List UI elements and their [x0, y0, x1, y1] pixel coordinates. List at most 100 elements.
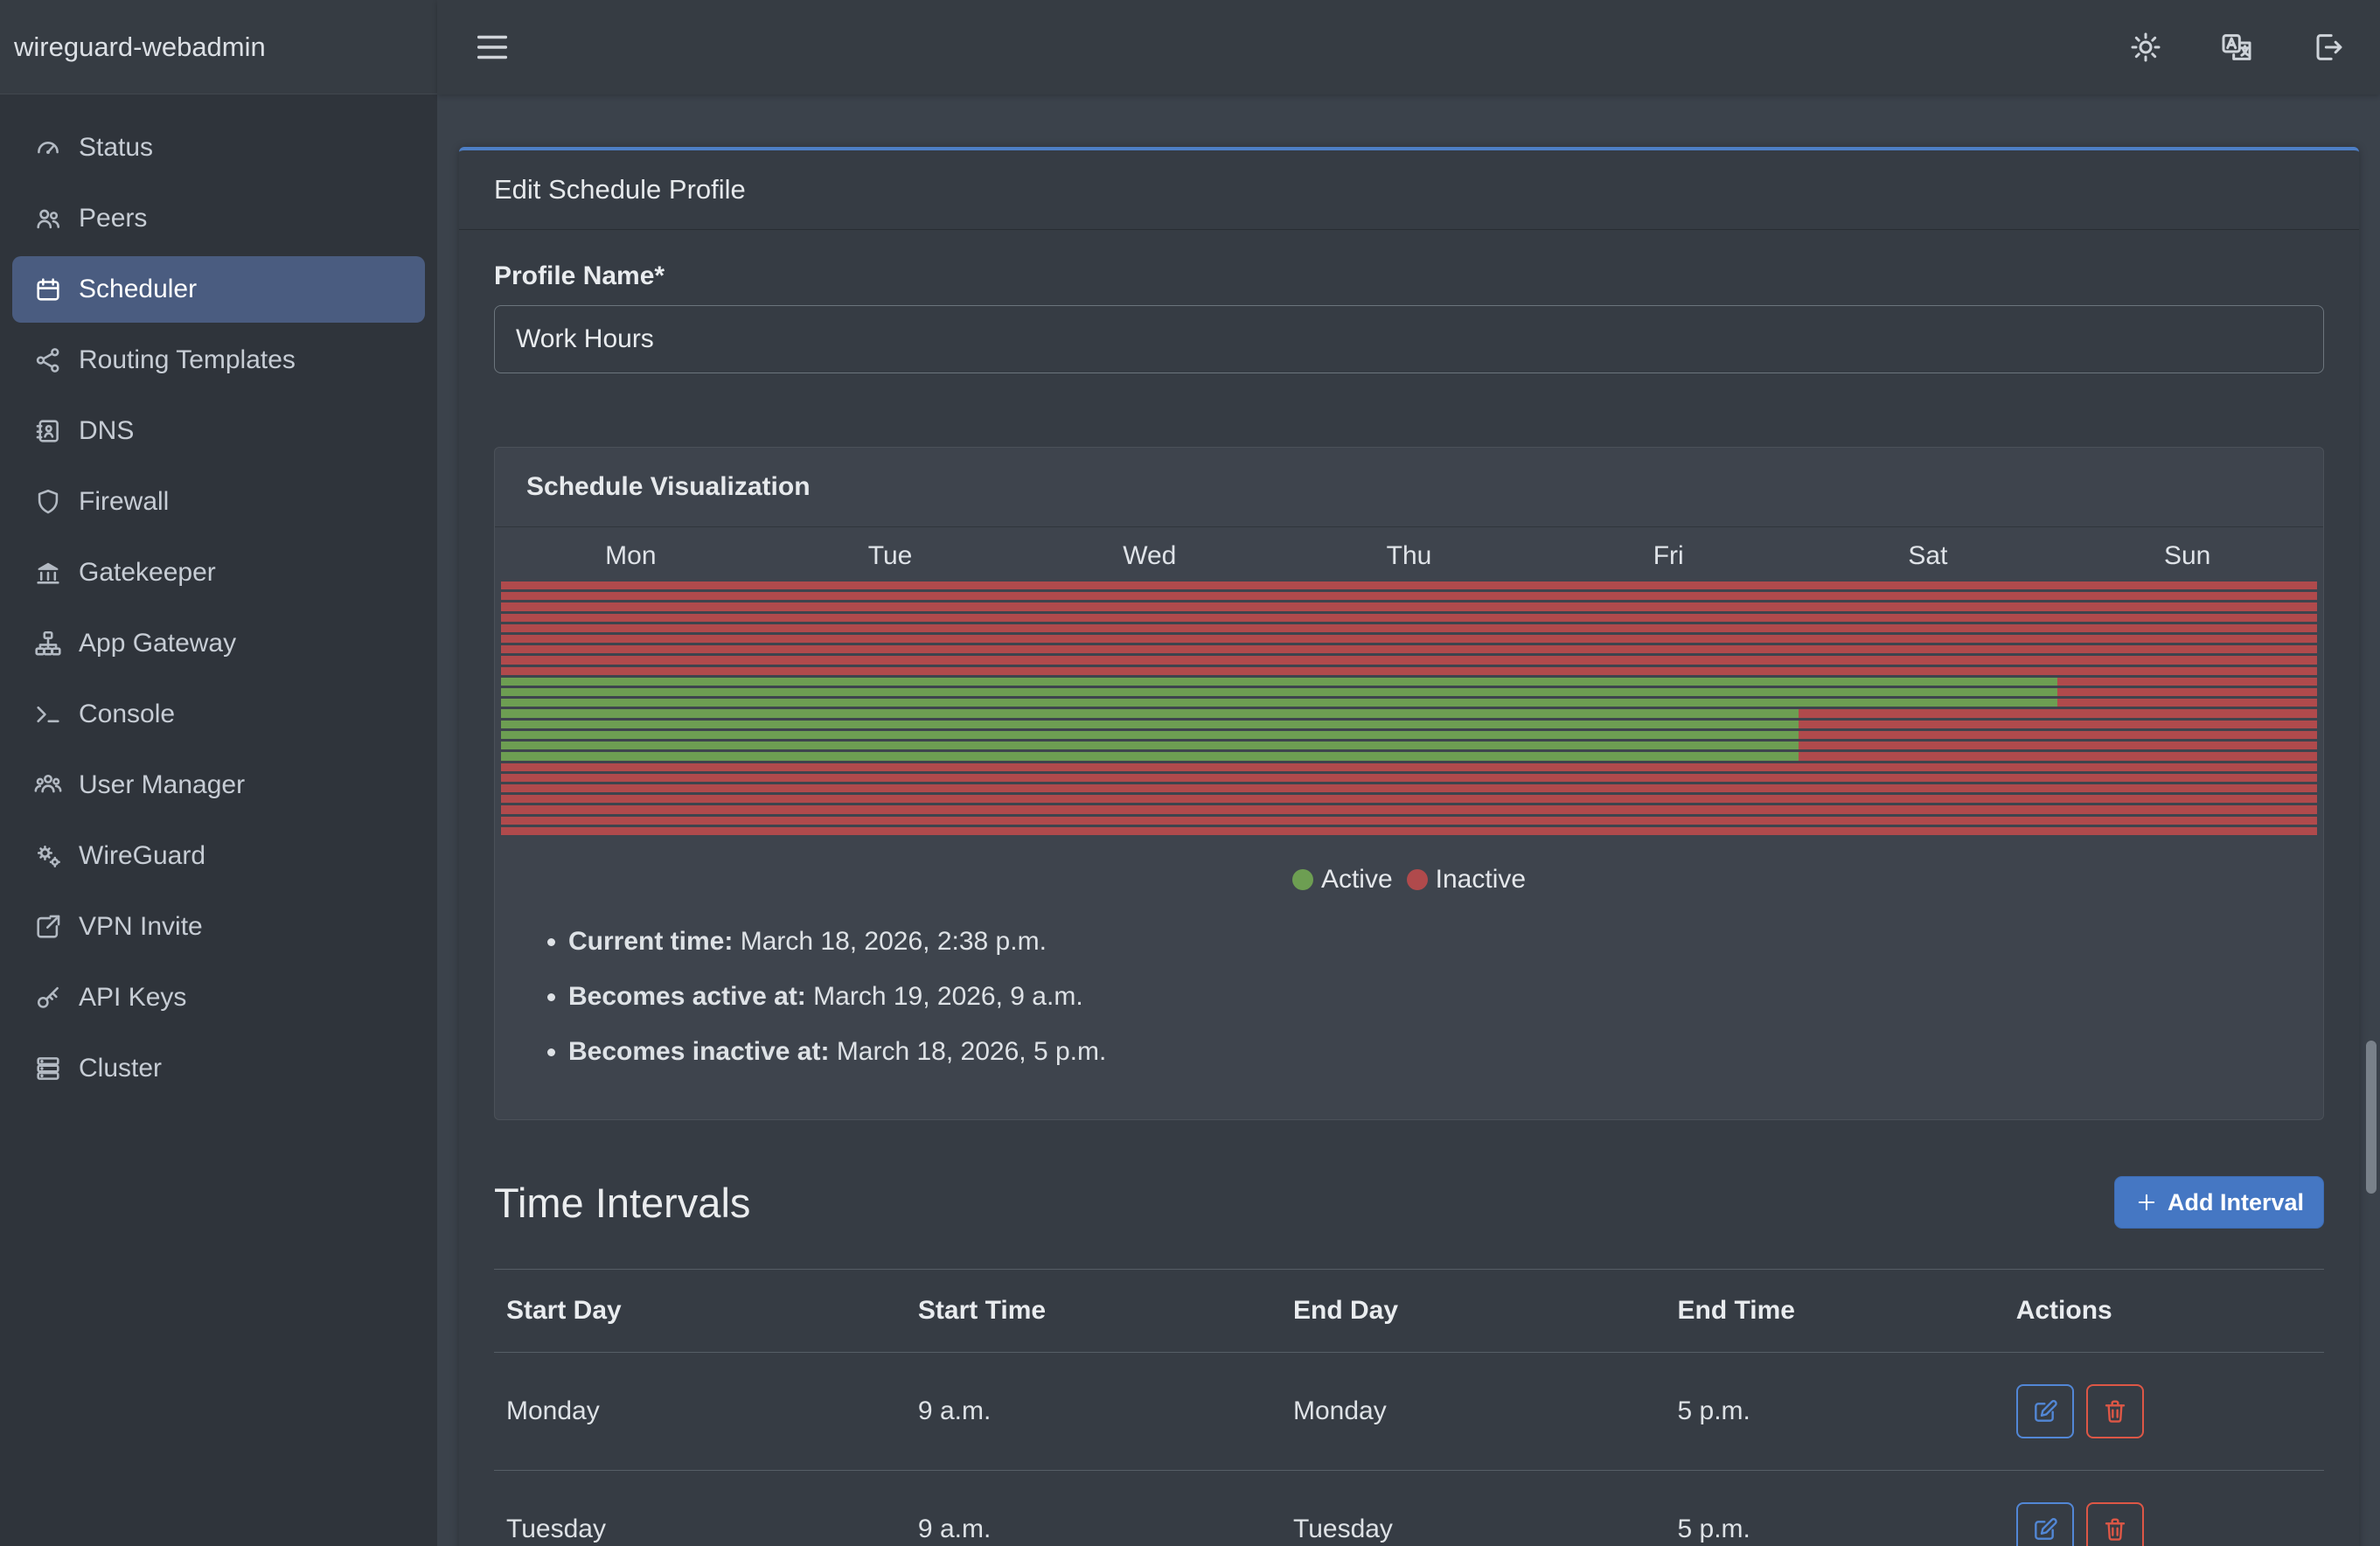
schedule-cell [761, 624, 1020, 632]
schedule-cell [2057, 731, 2317, 739]
schedule-cell [2057, 827, 2317, 835]
sidebar-item-api-keys[interactable]: API Keys [12, 965, 425, 1031]
app-window: wireguard-webadmin StatusPeers Scheduler R… [0, 0, 2380, 1546]
schedule-cell [761, 731, 1020, 739]
column-header-end-time: End Time [1666, 1270, 2004, 1353]
sidebar-item-user-manager[interactable]: User Manager [12, 752, 425, 818]
schedule-cell [2057, 667, 2317, 675]
schedule-cell [2057, 602, 2317, 610]
schedule-cell [761, 805, 1020, 813]
schedule-cell [2057, 795, 2317, 803]
info-label: Current time: [568, 927, 733, 956]
schedule-visualization-card: Schedule Visualization MonTueWedThuFriSa… [494, 447, 2324, 1120]
schedule-cell [1279, 784, 1539, 792]
sidebar-item-vpn-invite[interactable]: VPN Invite [12, 894, 425, 960]
sidebar-item-routing-templates[interactable]: Routing Templates [12, 327, 425, 393]
delete-interval-button[interactable] [2086, 1384, 2144, 1438]
info-label: Becomes active at: [568, 982, 806, 1011]
schedule-cell [2057, 678, 2317, 686]
schedule-cell [761, 635, 1020, 643]
schedule-cell [501, 721, 761, 728]
sidebar-item-status[interactable]: Status [12, 115, 425, 181]
visualization-chart: MonTueWedThuFriSatSun [495, 527, 2323, 835]
schedule-cell [1020, 709, 1279, 717]
schedule-cell [501, 763, 761, 771]
schedule-cell [1799, 709, 2058, 717]
server-icon [33, 1054, 63, 1083]
sidebar-item-console[interactable]: Console [12, 681, 425, 748]
shield-icon [33, 487, 63, 517]
edit-schedule-card: Edit Schedule Profile Profile Name* Sche… [459, 147, 2359, 1546]
edit-icon [2031, 1397, 2059, 1425]
schedule-cell [761, 721, 1020, 728]
schedule-cell [1799, 817, 2058, 825]
schedule-cell [761, 688, 1020, 696]
schedule-cell [1279, 805, 1539, 813]
sidebar-item-label: Routing Templates [79, 345, 296, 375]
column-header-end-day: End Day [1281, 1270, 1666, 1353]
cell-start-day: Monday [494, 1353, 906, 1471]
schedule-cell [1279, 592, 1539, 600]
sidebar-item-gatekeeper[interactable]: Gatekeeper [12, 540, 425, 606]
cell-end-day: Tuesday [1281, 1471, 1666, 1546]
schedule-cell [1799, 635, 2058, 643]
cell-start-time: 9 a.m. [906, 1353, 1281, 1471]
schedule-cell [1799, 774, 2058, 782]
schedule-cell [501, 752, 761, 760]
day-label-wed: Wed [1020, 541, 1279, 571]
schedule-cell [501, 827, 761, 835]
schedule-cell [1020, 624, 1279, 632]
profile-name-input[interactable] [494, 305, 2324, 373]
schedule-cell [2057, 645, 2317, 653]
theme-toggle-button[interactable] [2128, 30, 2163, 65]
intervals-table-head: Start DayStart TimeEnd DayEnd TimeAction… [494, 1270, 2324, 1353]
logout-button[interactable] [2310, 30, 2345, 65]
intervals-table-body: Monday9 a.m.Monday5 p.m.Tuesday9 a.m.Tue… [494, 1353, 2324, 1546]
schedule-cell [501, 678, 761, 686]
sidebar-item-scheduler[interactable]: Scheduler [12, 256, 425, 323]
sun-icon [2128, 30, 2163, 65]
schedule-cell [1539, 827, 1799, 835]
schedule-cell [1279, 774, 1539, 782]
delete-interval-button[interactable] [2086, 1502, 2144, 1546]
edit-interval-button[interactable] [2016, 1502, 2074, 1546]
sidebar-item-cluster[interactable]: Cluster [12, 1035, 425, 1102]
schedule-cell [761, 592, 1020, 600]
schedule-cell [1279, 742, 1539, 749]
sidebar-item-firewall[interactable]: Firewall [12, 469, 425, 535]
schedule-cell [1539, 635, 1799, 643]
column-header-start-day: Start Day [494, 1270, 906, 1353]
schedule-cell [761, 656, 1020, 664]
schedule-cell [2057, 752, 2317, 760]
schedule-cell [1799, 688, 2058, 696]
schedule-cell [1020, 645, 1279, 653]
day-label-tue: Tue [761, 541, 1020, 571]
content: Edit Schedule Profile Profile Name* Sche… [437, 94, 2380, 1546]
schedule-cell [501, 656, 761, 664]
schedule-cell [761, 795, 1020, 803]
schedule-cell [1020, 795, 1279, 803]
schedule-cell [1279, 752, 1539, 760]
sidebar-item-wireguard[interactable]: WireGuard [12, 823, 425, 889]
schedule-info-item: Becomes active at: March 19, 2026, 9 a.m… [568, 976, 2292, 1018]
schedule-cell [1279, 709, 1539, 717]
menu-toggle-button[interactable] [472, 27, 512, 67]
schedule-cell [1539, 795, 1799, 803]
sidebar-item-label: User Manager [79, 770, 245, 800]
brand-title: wireguard-webadmin [14, 31, 266, 63]
brand[interactable]: wireguard-webadmin [0, 0, 437, 94]
scrollbar[interactable] [2366, 1041, 2377, 1194]
sidebar-item-peers[interactable]: Peers [12, 185, 425, 252]
language-button[interactable] [2219, 30, 2254, 65]
schedule-cell [501, 667, 761, 675]
sidebar-item-label: Firewall [79, 487, 169, 517]
time-intervals-title: Time Intervals [494, 1179, 750, 1227]
sidebar-item-label: Scheduler [79, 275, 197, 304]
topbar-actions [2128, 30, 2345, 65]
menu-icon [472, 27, 512, 67]
schedule-cell [1539, 742, 1799, 749]
sidebar-item-dns[interactable]: DNS [12, 398, 425, 464]
edit-interval-button[interactable] [2016, 1384, 2074, 1438]
add-interval-button[interactable]: Add Interval [2114, 1176, 2324, 1229]
sidebar-item-app-gateway[interactable]: App Gateway [12, 610, 425, 677]
